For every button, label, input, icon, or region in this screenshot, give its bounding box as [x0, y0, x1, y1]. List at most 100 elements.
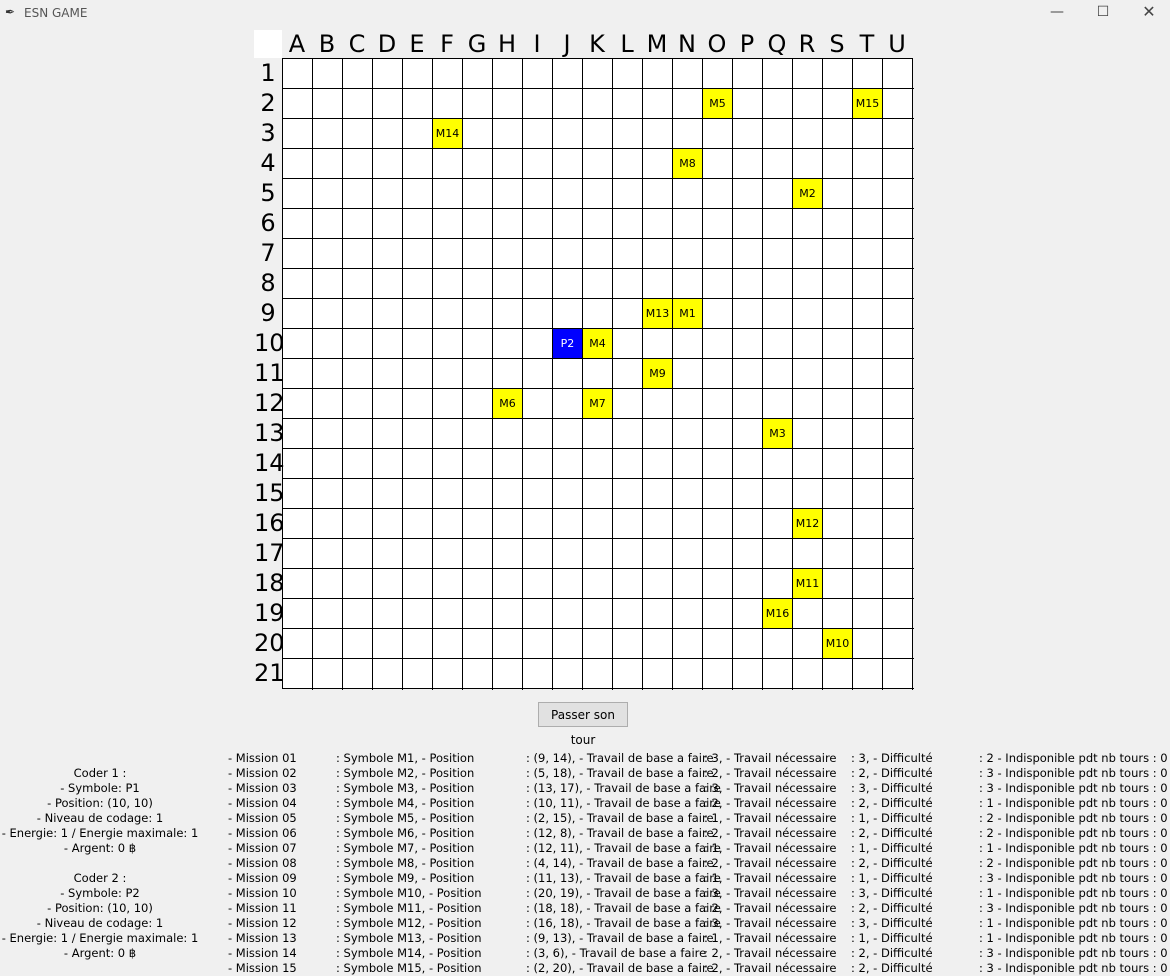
mission-id: - Mission 05 [228, 811, 297, 825]
pass-turn-button[interactable]: Passer son tour [538, 702, 628, 747]
mission-token: M11 [793, 569, 822, 598]
mission-id: - Mission 14 [228, 946, 297, 960]
grid-line [912, 59, 913, 690]
window-title: ESN GAME [24, 6, 88, 20]
grid-line [612, 59, 613, 690]
mission-needed: : 2, - Difficulté [851, 826, 933, 840]
column-header: N [678, 30, 696, 58]
mission-symbol: : Symbole M12, - Position [336, 916, 482, 930]
coder-stat: - Energie: 1 / Energie maximale: 1 [1, 826, 199, 840]
mission-id: - Mission 06 [228, 826, 297, 840]
row-header: 12 [254, 389, 285, 417]
grid-line [283, 238, 914, 239]
mission-position: : (20, 19), - Travail de base a faire [526, 886, 721, 900]
mission-needed: : 3, - Difficulté [851, 751, 933, 765]
mission-id: - Mission 10 [228, 886, 297, 900]
row-header: 20 [254, 629, 285, 657]
mission-symbol: : Symbole M5, - Position [336, 811, 475, 825]
mission-needed: : 1, - Difficulté [851, 841, 933, 855]
mission-base: : 2, - Travail nécessaire [704, 766, 837, 780]
mission-base: : 1, - Travail nécessaire [704, 841, 837, 855]
row-header: 15 [254, 479, 285, 507]
board-grid: M5 M15 M14 M8 M2 M13 M1 P2 M4 M9 M6 M7 M3 M12 M11 M16 M1… [282, 58, 914, 690]
coder-stat: - Symbole: P2 [60, 886, 140, 900]
mission-base: : 2, - Travail nécessaire [704, 796, 837, 810]
mission-base: : 2, - Travail nécessaire [704, 901, 837, 915]
mission-difficulty: : 3 - Indisponible pdt nb tours : 0 [979, 781, 1168, 795]
coder-stat: - Argent: 0 ฿ [63, 841, 137, 855]
grid-line [552, 59, 553, 690]
row-header: 1 [260, 59, 276, 87]
mission-symbol: : Symbole M1, - Position [336, 751, 475, 765]
mission-position: : (13, 17), - Travail de base a faire [526, 781, 721, 795]
mission-symbol: : Symbole M15, - Position [336, 961, 482, 975]
grid-line [283, 148, 914, 149]
mission-symbol: : Symbole M3, - Position [336, 781, 475, 795]
maximize-button[interactable]: ☐ [1080, 0, 1126, 26]
grid-line [462, 59, 463, 690]
column-header: L [620, 30, 634, 58]
grid-line [402, 59, 403, 690]
grid-line [342, 59, 343, 690]
mission-id: - Mission 02 [228, 766, 297, 780]
mission-base: : 1, - Travail nécessaire [704, 811, 837, 825]
coder-stat: - Position: (10, 10) [47, 901, 153, 915]
mission-difficulty: : 1 - Indisponible pdt nb tours : 0 [979, 886, 1168, 900]
grid-line [283, 208, 914, 209]
mission-symbol: : Symbole M9, - Position [336, 871, 475, 885]
column-header: O [707, 30, 727, 58]
column-header: F [440, 30, 454, 58]
grid-line [582, 59, 583, 690]
mission-token: M8 [673, 149, 702, 178]
mission-symbol: : Symbole M6, - Position [336, 826, 475, 840]
column-header: Q [767, 30, 787, 58]
mission-symbol: : Symbole M7, - Position [336, 841, 475, 855]
mission-symbol: : Symbole M14, - Position [336, 946, 482, 960]
column-header: B [318, 30, 336, 58]
mission-token: M5 [703, 89, 732, 118]
row-header: 17 [254, 539, 285, 567]
mission-position: : (10, 11), - Travail de base a faire [526, 796, 721, 810]
mission-symbol: : Symbole M2, - Position [336, 766, 475, 780]
mission-position: : (5, 18), - Travail de base a faire [526, 766, 714, 780]
mission-difficulty: : 3 - Indisponible pdt nb tours : 0 [979, 946, 1168, 960]
mission-token: M9 [643, 359, 672, 388]
mission-difficulty: : 1 - Indisponible pdt nb tours : 0 [979, 916, 1168, 930]
mission-difficulty: : 1 - Indisponible pdt nb tours : 0 [979, 796, 1168, 810]
row-header: 18 [254, 569, 285, 597]
grid-line [283, 358, 914, 359]
grid-line [852, 59, 853, 690]
mission-id: - Mission 04 [228, 796, 297, 810]
column-header: S [829, 30, 845, 58]
board-corner [254, 30, 282, 58]
mission-difficulty: : 2 - Indisponible pdt nb tours : 0 [979, 856, 1168, 870]
mission-needed: : 1, - Difficulté [851, 871, 933, 885]
mission-needed: : 1, - Difficulté [851, 931, 933, 945]
grid-line [283, 268, 914, 269]
mission-token: M7 [583, 389, 612, 418]
close-button[interactable]: ✕ [1126, 0, 1170, 26]
mission-difficulty: : 1 - Indisponible pdt nb tours : 0 [979, 841, 1168, 855]
mission-symbol: : Symbole M11, - Position [336, 901, 482, 915]
mission-base: : 1, - Travail nécessaire [704, 931, 837, 945]
column-header: C [348, 30, 366, 58]
mission-base: : 1, - Travail nécessaire [704, 871, 837, 885]
mission-difficulty: : 1 - Indisponible pdt nb tours : 0 [979, 931, 1168, 945]
grid-line [283, 598, 914, 599]
mission-position: : (2, 20), - Travail de base a faire [526, 961, 714, 975]
grid-line [372, 59, 373, 690]
mission-token: M12 [793, 509, 822, 538]
mission-base: : 2, - Travail nécessaire [704, 946, 837, 960]
column-header: J [563, 30, 571, 58]
mission-position: : (12, 8), - Travail de base a faire [526, 826, 714, 840]
minimize-button[interactable]: — [1034, 0, 1080, 26]
grid-line [492, 59, 493, 690]
grid-line [283, 628, 914, 629]
mission-needed: : 3, - Difficulté [851, 916, 933, 930]
mission-position: : (16, 18), - Travail de base a faire [526, 916, 721, 930]
grid-line [283, 118, 914, 119]
mission-token: M6 [493, 389, 522, 418]
mission-position: : (18, 18), - Travail de base a faire [526, 901, 721, 915]
mission-base: : 2, - Travail nécessaire [704, 961, 837, 975]
title-bar: ✒ ESN GAME — ☐ ✕ [0, 0, 1170, 26]
